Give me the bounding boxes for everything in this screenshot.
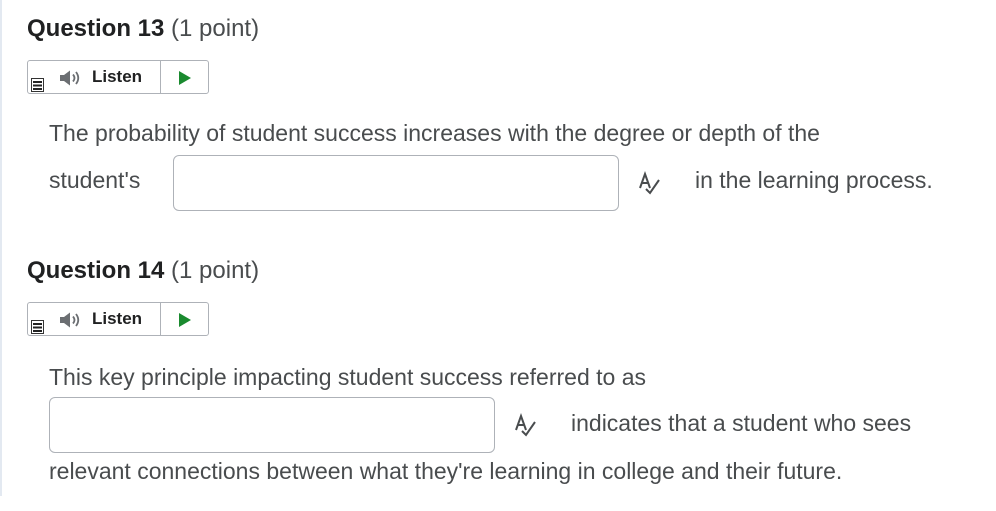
- left-divider: [0, 0, 2, 496]
- listen-label: Listen: [92, 309, 143, 328]
- play-icon[interactable]: [178, 70, 192, 86]
- question-points: (1 point): [171, 15, 260, 42]
- listen-toolbar: Listen: [27, 60, 209, 94]
- prompt-line: The probability of student success incre…: [49, 120, 820, 146]
- question-number: Question 14: [27, 257, 165, 284]
- menu-icon[interactable]: [31, 320, 44, 334]
- play-icon[interactable]: [178, 312, 192, 328]
- question-points: (1 point): [171, 257, 260, 284]
- speaker-icon: [60, 312, 80, 328]
- listen-label: Listen: [92, 67, 143, 86]
- prompt-line: This key principle impacting student suc…: [49, 364, 646, 390]
- prompt-before-blank: student's: [49, 167, 141, 193]
- answer-blank-input[interactable]: [173, 155, 619, 211]
- speaker-icon: [60, 70, 80, 86]
- spellcheck-icon[interactable]: [637, 170, 663, 196]
- listen-separator: [160, 303, 161, 335]
- question-14-title: Question 14 (1 point): [27, 256, 259, 286]
- question-number: Question 13: [27, 15, 165, 42]
- question-13-title: Question 13 (1 point): [27, 14, 259, 44]
- listen-toolbar: Listen: [27, 302, 209, 336]
- listen-separator: [160, 61, 161, 93]
- menu-icon[interactable]: [31, 78, 44, 92]
- prompt-line: relevant connections between what they'r…: [49, 458, 843, 484]
- answer-blank-input[interactable]: [49, 397, 495, 453]
- prompt-after-blank: in the learning process.: [695, 167, 933, 193]
- prompt-after-blank: indicates that a student who sees: [571, 410, 912, 436]
- spellcheck-icon[interactable]: [513, 412, 539, 438]
